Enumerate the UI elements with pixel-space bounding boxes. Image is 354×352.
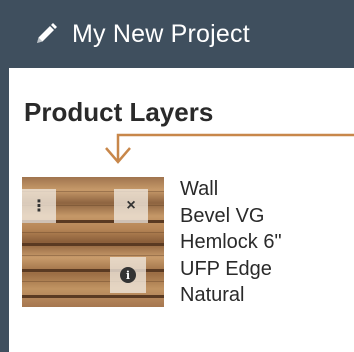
info-icon: i [120, 267, 136, 283]
layer-detail: Wall [180, 178, 219, 200]
layer-detail: UFP Edge [180, 257, 272, 280]
section-title: Product Layers [24, 97, 214, 127]
pencil-icon[interactable] [32, 20, 60, 48]
remove-layer-button[interactable]: × [114, 189, 148, 223]
layer-menu-button[interactable]: ⋮ [22, 189, 56, 223]
layer-detail: Bevel VG [180, 204, 265, 227]
more-vertical-icon: ⋮ [31, 198, 47, 215]
panel: My New Project Product Layers ⋮ × i Wall… [0, 0, 354, 352]
layer-detail: Hemlock 6" [180, 231, 282, 253]
project-header[interactable]: My New Project [0, 0, 354, 68]
project-title[interactable]: My New Project [72, 20, 250, 49]
layer-detail: Natural [180, 284, 245, 306]
left-rail [0, 68, 9, 352]
layer-thumbnail[interactable]: ⋮ × i [22, 177, 164, 307]
layer-details: Wall Bevel VG Hemlock 6" UFP Edge Natura… [180, 176, 282, 309]
layer-info-button[interactable]: i [110, 257, 146, 293]
close-icon: × [126, 197, 136, 214]
